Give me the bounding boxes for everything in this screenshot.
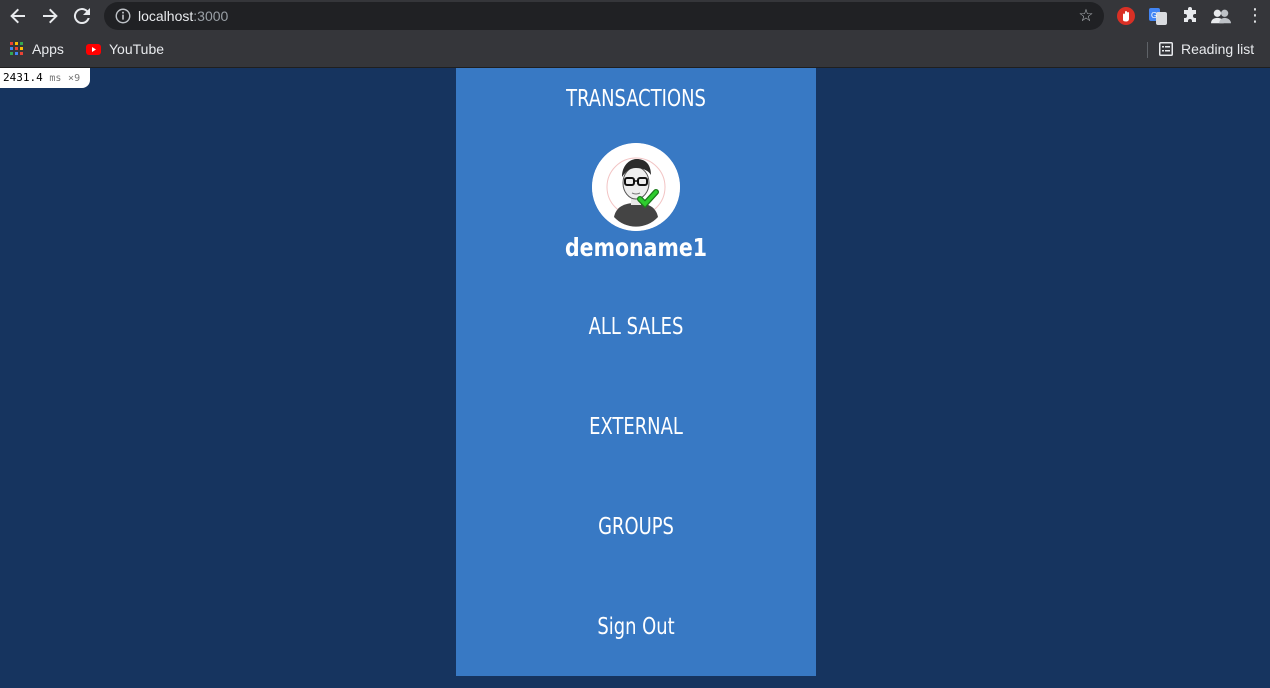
browser-toolbar: localhost:3000 ☆ G ⋮ — [0, 0, 1270, 32]
menu-title-transactions[interactable]: TRANSACTIONS — [496, 85, 777, 113]
perf-badge: 2431.4 ms ×9 — [0, 68, 90, 88]
translate-extension-icon[interactable]: G — [1148, 6, 1168, 26]
bookmark-star-icon[interactable]: ☆ — [1076, 6, 1096, 26]
perf-unit: ms — [49, 73, 62, 84]
reload-button[interactable] — [70, 4, 94, 28]
adblock-extension-icon[interactable] — [1116, 6, 1136, 26]
menu-item-sign-out[interactable]: Sign Out — [496, 613, 777, 641]
avatar — [592, 143, 680, 231]
menu-item-external[interactable]: EXTERNAL — [496, 413, 777, 441]
user-avatar-icon — [592, 143, 680, 231]
apps-grid-icon — [10, 42, 23, 55]
browser-menu-icon[interactable]: ⋮ — [1246, 4, 1264, 28]
menu-item-all-sales[interactable]: ALL SALES — [496, 313, 777, 341]
url-port: :3000 — [193, 8, 229, 24]
menu-item-groups[interactable]: GROUPS — [496, 513, 777, 541]
address-bar[interactable]: localhost:3000 ☆ — [104, 2, 1104, 30]
reload-icon — [73, 8, 90, 25]
bookmark-apps-label: Apps — [32, 41, 64, 57]
info-icon[interactable] — [114, 7, 132, 25]
bookmarks-divider — [1147, 42, 1148, 58]
bookmarks-bar: Apps YouTube Reading list — [0, 34, 1270, 64]
bookmark-youtube-label: YouTube — [109, 41, 165, 57]
url-host: localhost — [138, 8, 194, 24]
arrow-left-icon — [10, 8, 25, 24]
reading-list-button[interactable]: Reading list — [1159, 34, 1254, 64]
bookmark-youtube[interactable]: YouTube — [86, 34, 164, 64]
back-button[interactable] — [6, 4, 30, 28]
reading-list-label: Reading list — [1181, 41, 1255, 57]
profile-people-icon[interactable] — [1211, 6, 1231, 26]
reading-list-icon — [1159, 42, 1173, 56]
arrow-right-icon — [43, 8, 58, 24]
side-menu: TRANSACTIONS demoname1 ALL SALES EXTERNA… — [456, 68, 816, 676]
svg-text:G: G — [1151, 11, 1157, 20]
browser-chrome: localhost:3000 ☆ G ⋮ Apps YouTube Readin… — [0, 0, 1270, 68]
youtube-icon — [86, 43, 101, 55]
bookmark-apps[interactable]: Apps — [10, 34, 64, 64]
perf-count: ×9 — [68, 73, 81, 84]
url-text[interactable]: localhost:3000 — [138, 2, 228, 30]
puzzle-extensions-icon[interactable] — [1180, 6, 1200, 26]
forward-button[interactable] — [38, 4, 62, 28]
perf-value: 2431.4 — [3, 71, 43, 84]
username: demoname1 — [565, 233, 707, 262]
